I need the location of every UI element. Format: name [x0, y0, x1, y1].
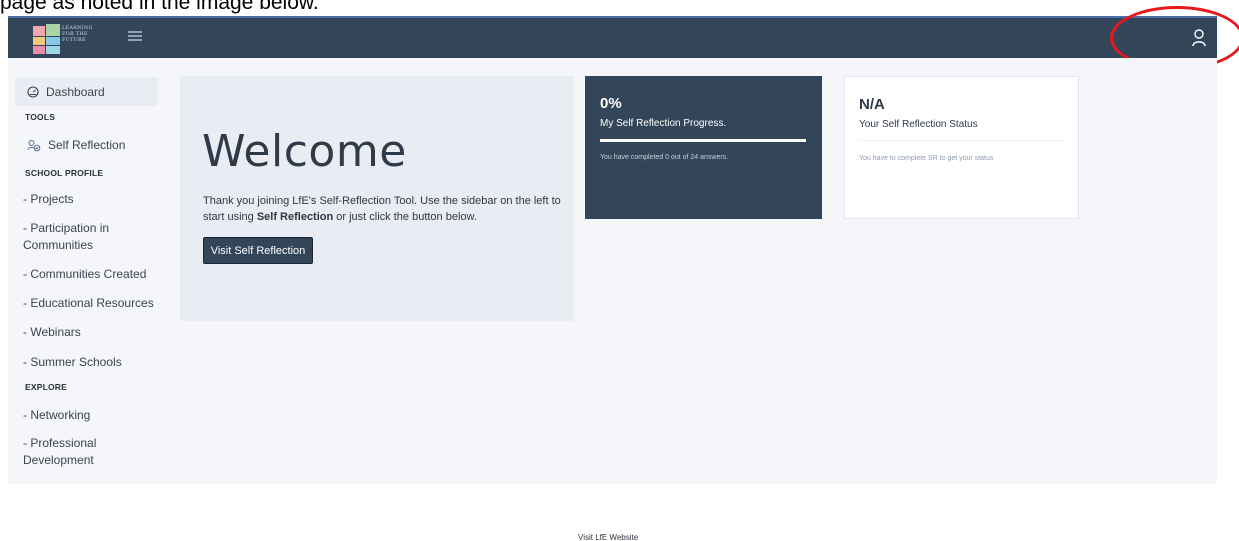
- sidebar-heading-school-profile: SCHOOL PROFILE: [25, 168, 104, 178]
- sidebar-heading-tools: TOOLS: [25, 112, 56, 122]
- welcome-text-outro: or just click the button below.: [333, 211, 477, 223]
- welcome-title: Welcome: [202, 126, 407, 177]
- sidebar-item-dashboard[interactable]: Dashboard: [15, 77, 158, 106]
- logo-text: LEARNING FOR THE FUTURE: [62, 25, 93, 43]
- logo-square: [46, 24, 60, 36]
- logo-square: [46, 37, 60, 45]
- sidebar-item-self-reflection[interactable]: Self Reflection: [27, 137, 167, 154]
- visit-self-reflection-button[interactable]: Visit Self Reflection: [203, 237, 313, 264]
- top-navbar: LEARNING FOR THE FUTURE: [8, 16, 1217, 58]
- sidebar-item-label: Dashboard: [46, 84, 105, 99]
- status-card: N/A Your Self Reflection Status You have…: [844, 76, 1079, 219]
- visit-lfe-website-link[interactable]: Visit LfE Website: [578, 533, 638, 541]
- sidebar-item-professional-development[interactable]: - Professional Development: [23, 435, 133, 469]
- sidebar-item-summer-schools[interactable]: - Summer Schools: [23, 354, 163, 371]
- welcome-panel: Welcome Thank you joining LfE's Self-Ref…: [180, 76, 574, 321]
- progress-note: You have completed 0 out of 24 answers.: [600, 154, 729, 161]
- lfe-logo[interactable]: LEARNING FOR THE FUTURE: [33, 24, 101, 54]
- sidebar-item-educational-resources[interactable]: - Educational Resources: [23, 295, 163, 312]
- people-icon: [27, 139, 41, 151]
- logo-square: [33, 37, 45, 45]
- welcome-text: Thank you joining LfE's Self-Reflection …: [203, 193, 563, 225]
- sidebar-item-label: Self Reflection: [48, 138, 126, 152]
- progress-label: My Self Reflection Progress.: [600, 118, 727, 129]
- status-value: N/A: [859, 96, 885, 113]
- progress-bar: [600, 139, 806, 142]
- sidebar-item-participation-in-communities[interactable]: - Participation in Communities: [23, 220, 163, 254]
- progress-value: 0%: [600, 95, 622, 112]
- status-note: You have to complete SR to get your stat…: [859, 155, 994, 162]
- logo-square: [33, 46, 45, 54]
- sidebar-item-networking[interactable]: - Networking: [23, 407, 163, 424]
- dashboard-gauge-icon: [27, 85, 39, 98]
- sidebar-item-projects[interactable]: - Projects: [23, 191, 163, 208]
- document-caption: page as noted in the image below.: [0, 0, 319, 14]
- progress-card: 0% My Self Reflection Progress. You have…: [585, 76, 822, 219]
- hamburger-menu-icon[interactable]: [128, 30, 142, 42]
- welcome-text-bold: Self Reflection: [256, 211, 334, 223]
- logo-square: [33, 26, 45, 36]
- status-divider: [859, 140, 1064, 141]
- sidebar-heading-explore: EXPLORE: [25, 382, 68, 392]
- status-label: Your Self Reflection Status: [859, 119, 978, 130]
- sidebar-item-communities-created[interactable]: - Communities Created: [23, 266, 163, 283]
- sidebar-item-webinars[interactable]: - Webinars: [23, 324, 163, 341]
- logo-square: [46, 46, 60, 54]
